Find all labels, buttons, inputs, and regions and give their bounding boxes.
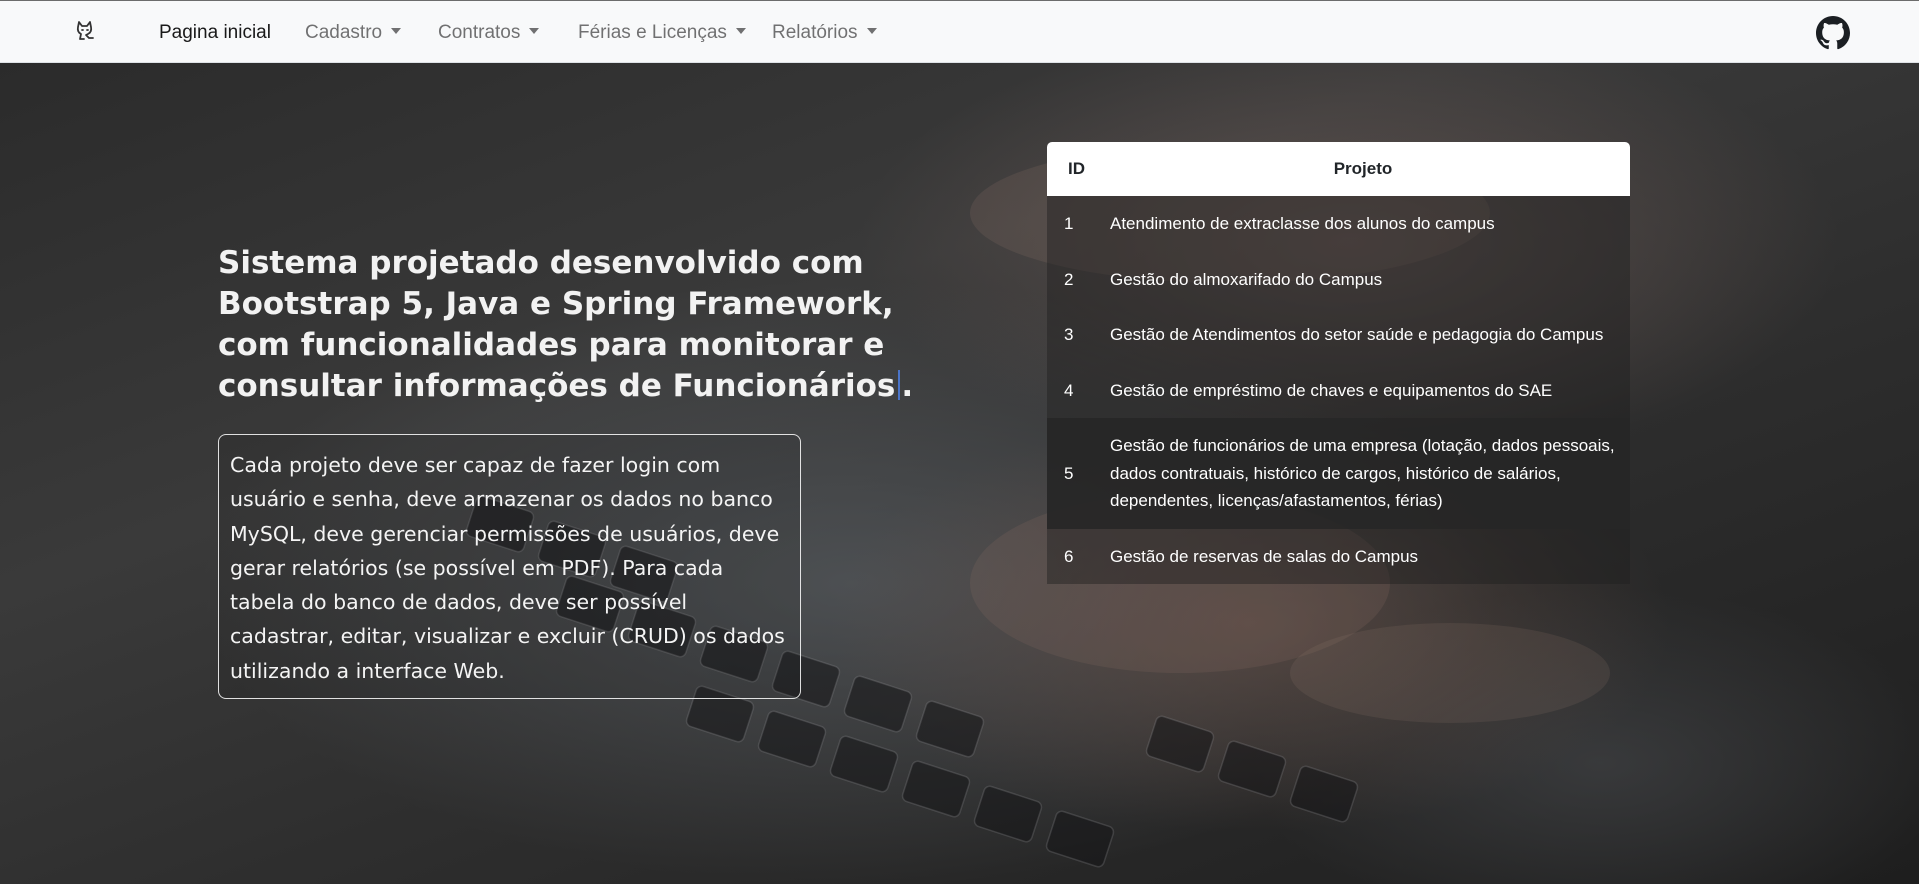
github-icon[interactable] [1816, 16, 1850, 50]
page-headline: Sistema projetado desenvolvido com Boots… [218, 243, 918, 407]
column-header-projeto: Projeto [1096, 142, 1630, 196]
cell-id: 4 [1064, 380, 1074, 400]
nav-label: Pagina inicial [159, 22, 271, 43]
caret-down-icon [866, 28, 877, 34]
nav-contratos-dropdown[interactable]: Contratos [438, 21, 540, 45]
nav-label: Contratos [438, 22, 521, 43]
table-row[interactable]: 4 Gestão de empréstimo de chaves e equip… [1047, 362, 1630, 418]
description-box: Cada projeto deve ser capaz de fazer log… [218, 434, 801, 699]
nav-relatorios-dropdown[interactable]: Relatórios [772, 21, 877, 45]
caret-down-icon [391, 28, 402, 34]
column-header-id: ID [1047, 142, 1096, 196]
headline-end: . [901, 368, 914, 404]
table-header-row: ID Projeto [1047, 142, 1630, 196]
cell-projeto: Gestão de funcionários de uma empresa (l… [1110, 436, 1615, 510]
table-row[interactable]: 2 Gestão do almoxarifado do Campus [1047, 251, 1630, 307]
cell-id: 1 [1064, 214, 1074, 233]
cell-id: 5 [1064, 463, 1074, 483]
cell-id: 2 [1064, 269, 1074, 289]
table-row[interactable]: 1 Atendimento de extraclasse dos alunos … [1047, 196, 1630, 252]
nav-label: Férias e Licenças [578, 22, 727, 43]
cell-id: 3 [1064, 325, 1074, 344]
nav-ferias-licencas-dropdown[interactable]: Férias e Licenças [578, 21, 746, 45]
cell-projeto: Gestão de reservas de salas do Campus [1110, 546, 1419, 566]
caret-down-icon [529, 28, 540, 34]
table-row[interactable]: 6 Gestão de reservas de salas do Campus [1047, 528, 1630, 584]
cell-projeto: Gestão do almoxarifado do Campus [1110, 269, 1383, 289]
table-row[interactable]: 3 Gestão de Atendimentos do setor saúde … [1047, 307, 1630, 363]
caret-down-icon [735, 28, 746, 34]
nav-label: Cadastro [305, 22, 383, 43]
cat-icon[interactable] [72, 18, 98, 44]
cell-projeto: Gestão de Atendimentos do setor saúde e … [1110, 325, 1604, 344]
table-row-hovered[interactable]: 5 Gestão de funcionários de uma empresa … [1047, 418, 1630, 529]
nav-cadastro-dropdown[interactable]: Cadastro [305, 21, 402, 45]
navbar: Pagina inicial Cadastro Contratos Férias… [0, 0, 1919, 63]
cell-projeto: Atendimento de extraclasse dos alunos do… [1110, 214, 1495, 233]
projects-table: ID Projeto 1 Atendimento de extraclasse … [1047, 142, 1630, 584]
headline-text: Sistema projetado desenvolvido com Boots… [218, 245, 896, 404]
cell-id: 6 [1064, 546, 1074, 566]
description-text: Cada projeto deve ser capaz de fazer log… [230, 453, 785, 683]
cell-projeto: Gestão de empréstimo de chaves e equipam… [1110, 380, 1553, 400]
nav-pagina-inicial[interactable]: Pagina inicial [159, 21, 271, 45]
nav-label: Relatórios [772, 22, 858, 43]
hero-background: Sistema projetado desenvolvido com Boots… [0, 63, 1919, 884]
